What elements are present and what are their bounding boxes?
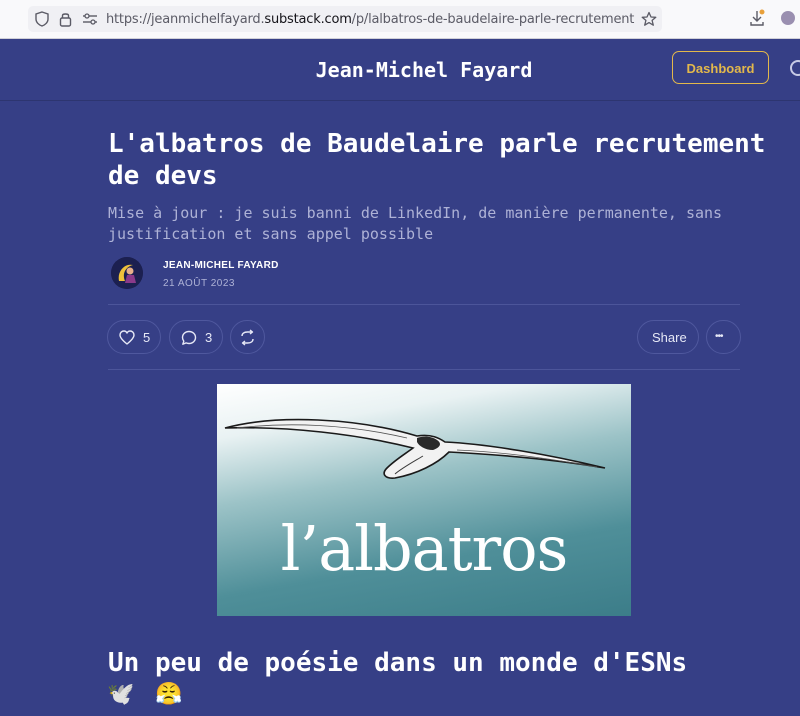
heart-icon — [119, 330, 135, 345]
comment-icon — [181, 330, 197, 345]
url-domain: substack.com — [264, 12, 352, 27]
hero-caption: l’albatros — [280, 512, 569, 585]
like-button[interactable]: 5 — [107, 320, 161, 354]
hero-image[interactable]: l’albatros — [217, 384, 631, 616]
permissions-icon[interactable] — [82, 13, 98, 25]
more-button[interactable]: ••• — [706, 320, 741, 354]
author-name[interactable]: JEAN-MICHEL FAYARD — [163, 260, 279, 271]
section-heading: Un peu de poésie dans un monde d'ESNs — [108, 648, 688, 678]
restack-icon — [241, 329, 254, 346]
search-icon[interactable] — [790, 60, 800, 76]
url-prefix: https://jeanmichelfayard. — [106, 12, 265, 27]
comment-button[interactable]: 3 — [169, 320, 223, 354]
albatross-illustration — [224, 418, 606, 479]
post-title: L'albatros de Baudelaire parle recruteme… — [108, 129, 766, 191]
url-path: /p/lalbatros-de-baudelaire-parle-recrute… — [351, 12, 635, 27]
restack-button[interactable] — [230, 320, 265, 354]
shield-icon[interactable] — [35, 11, 49, 27]
divider — [108, 369, 740, 370]
dove-emoji-icon: 🕊️ — [107, 681, 135, 706]
like-count: 5 — [143, 330, 151, 345]
share-button[interactable]: Share — [637, 320, 699, 354]
divider — [108, 304, 740, 305]
post-subtitle: Mise à jour : je suis banni de LinkedIn,… — [108, 204, 723, 243]
url-text[interactable]: https://jeanmichelfayard.substack.com/p/… — [106, 12, 634, 27]
comment-count: 3 — [205, 330, 213, 345]
dashboard-button[interactable]: Dashboard — [672, 51, 769, 84]
lock-icon[interactable] — [59, 11, 72, 27]
browser-toolbar: https://jeanmichelfayard.substack.com/p/… — [0, 0, 800, 39]
angry-face-emoji-icon: 😤 — [155, 681, 183, 706]
more-icon: ••• — [715, 331, 723, 342]
download-icon[interactable] — [749, 9, 765, 27]
post-date: 21 AOÛT 2023 — [163, 278, 235, 289]
star-icon[interactable] — [641, 11, 657, 27]
profile-icon[interactable] — [781, 11, 795, 25]
avatar[interactable] — [111, 257, 143, 289]
share-label: Share — [652, 330, 687, 345]
